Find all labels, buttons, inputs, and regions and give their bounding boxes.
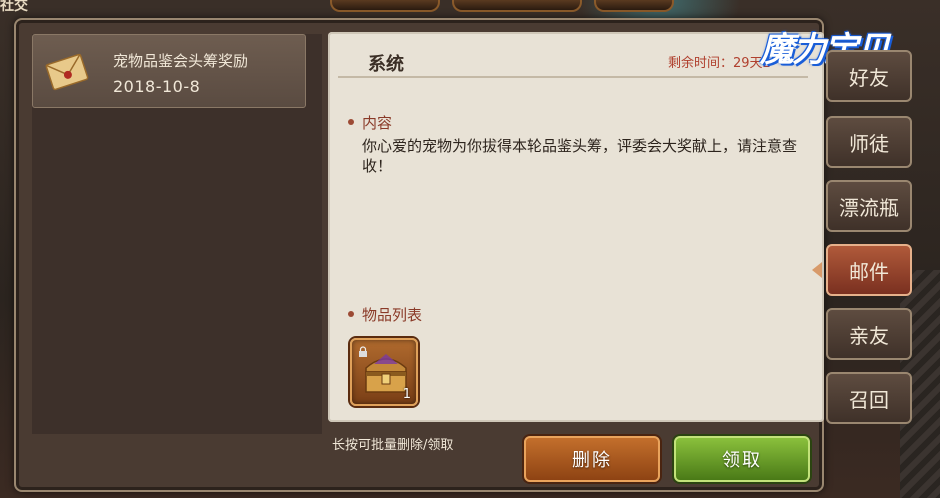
window-title: 社交 — [0, 0, 28, 14]
mail-sender: 系统 — [368, 54, 404, 75]
hud-slot[interactable] — [452, 0, 582, 12]
item-count: 1 — [402, 387, 411, 402]
claim-button[interactable]: 领取 — [674, 436, 810, 482]
item-slot[interactable]: 1 — [350, 338, 418, 406]
items-section-label: 物品列表 — [348, 304, 422, 325]
bullet-icon — [348, 118, 354, 125]
tab-mentorship[interactable]: 师徒 — [826, 116, 912, 168]
mail-content-panel: 系统 剩余时间：29天2 内容 你心爱的宠物为你拔得本轮品鉴头筹，评委会大奖献上… — [328, 32, 824, 422]
tab-recall[interactable]: 召回 — [826, 372, 912, 424]
tab-friends[interactable]: 好友 — [826, 50, 912, 102]
delete-button[interactable]: 删除 — [524, 436, 660, 482]
content-label-text: 内容 — [362, 114, 393, 132]
batch-hint: 长按可批量删除/领取 — [332, 438, 454, 453]
tab-relatives[interactable]: 亲友 — [826, 308, 912, 360]
mail-title: 宠物品鉴会头筹奖励 — [113, 52, 249, 70]
lock-icon — [359, 346, 367, 357]
hud-slot[interactable] — [594, 0, 674, 12]
content-section-label: 内容 — [348, 112, 392, 133]
top-hud — [330, 0, 690, 14]
tab-drift-bottle[interactable]: 漂流瓶 — [826, 180, 912, 232]
bullet-icon — [348, 310, 354, 317]
mail-body: 你心爱的宠物为你拔得本轮品鉴头筹，评委会大奖献上，请注意查收！ — [362, 137, 798, 175]
items-label-text: 物品列表 — [362, 306, 423, 324]
hud-slot[interactable] — [330, 0, 440, 12]
active-tab-indicator — [812, 262, 822, 278]
tab-mail[interactable]: 邮件 — [826, 244, 912, 296]
mail-list-item[interactable]: 宠物品鉴会头筹奖励 2018-10-8 — [32, 34, 306, 108]
letter-icon — [45, 53, 89, 91]
mail-date: 2018-10-8 — [113, 77, 201, 96]
mail-header: 系统 剩余时间：29天2 — [338, 38, 808, 78]
mail-list: 宠物品鉴会头筹奖励 2018-10-8 — [32, 34, 322, 434]
mail-window: 宠物品鉴会头筹奖励 2018-10-8 系统 剩余时间：29天2 内容 你心爱的… — [14, 18, 824, 492]
